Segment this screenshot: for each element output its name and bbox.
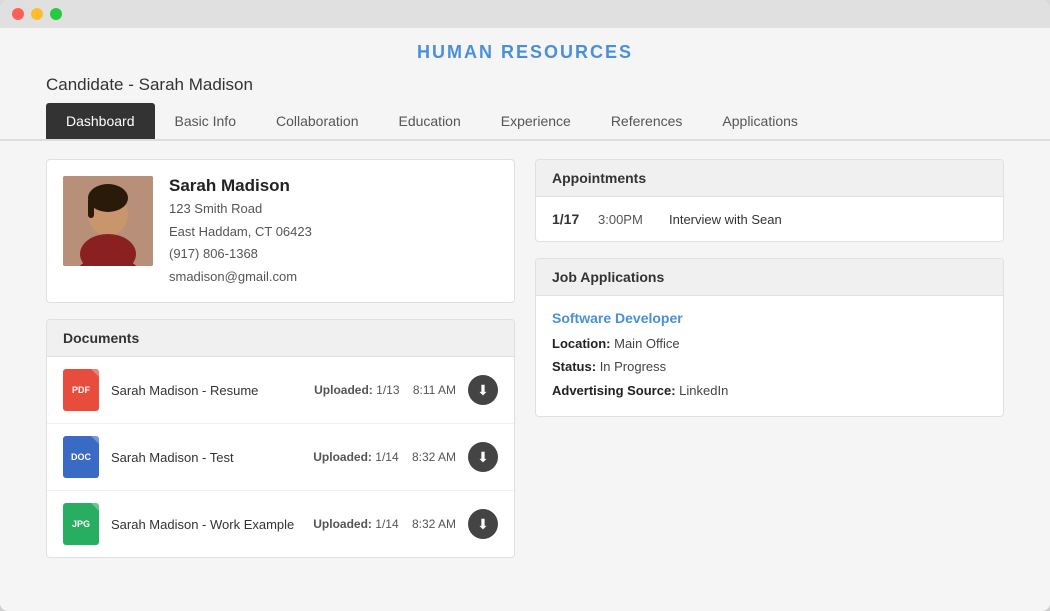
documents-body: PDF Sarah Madison - Resume Uploaded: 1/1… [47,357,514,557]
appointment-description: Interview with Sean [669,212,782,227]
job-ad-source: Advertising Source: LinkedIn [552,379,987,402]
tab-education[interactable]: Education [378,103,480,139]
profile-phone: (917) 806-1368 [169,244,312,264]
document-meta: Uploaded: 1/14 8:32 AM [313,450,456,464]
job-applications-section: Job Applications Software Developer Loca… [535,258,1004,417]
document-name: Sarah Madison - Test [111,450,301,465]
document-row: DOC Sarah Madison - Test Uploaded: 1/14 … [47,424,514,491]
download-button[interactable]: ⬇ [468,375,498,405]
document-meta: Uploaded: 1/14 8:32 AM [313,517,456,531]
download-button[interactable]: ⬇ [468,509,498,539]
main-content: Sarah Madison 123 Smith Road East Haddam… [0,141,1050,611]
left-column: Sarah Madison 123 Smith Road East Haddam… [46,159,515,593]
titlebar [0,0,1050,28]
right-column: Appointments 1/17 3:00PM Interview with … [535,159,1004,593]
app-window: HUMAN RESOURCES Candidate - Sarah Madiso… [0,0,1050,611]
tab-references[interactable]: References [591,103,703,139]
document-name: Sarah Madison - Resume [111,383,302,398]
profile-card: Sarah Madison 123 Smith Road East Haddam… [46,159,515,303]
documents-section: Documents PDF Sarah Madison - Resume Upl… [46,319,515,558]
appointment-time: 3:00PM [598,212,653,227]
document-name: Sarah Madison - Work Example [111,517,301,532]
minimize-button[interactable] [31,8,43,20]
tab-collaboration[interactable]: Collaboration [256,103,379,139]
app-title: HUMAN RESOURCES [417,42,633,62]
tab-experience[interactable]: Experience [481,103,591,139]
pdf-icon: PDF [63,369,99,411]
app-content: HUMAN RESOURCES Candidate - Sarah Madiso… [0,28,1050,611]
jpg-icon: JPG [63,503,99,545]
profile-info: Sarah Madison 123 Smith Road East Haddam… [169,176,312,286]
tab-dashboard[interactable]: Dashboard [46,103,155,139]
appointments-body: 1/17 3:00PM Interview with Sean [536,197,1003,241]
download-icon: ⬇ [477,382,489,399]
profile-name: Sarah Madison [169,176,312,196]
app-header: HUMAN RESOURCES [0,28,1050,71]
tab-basic-info[interactable]: Basic Info [155,103,256,139]
document-row: PDF Sarah Madison - Resume Uploaded: 1/1… [47,357,514,424]
tab-bar: Dashboard Basic Info Collaboration Educa… [0,103,1050,141]
page-title: Candidate - Sarah Madison [46,75,253,94]
appointments-section: Appointments 1/17 3:00PM Interview with … [535,159,1004,242]
job-applications-header: Job Applications [536,259,1003,296]
job-location: Location: Main Office [552,332,987,355]
documents-header: Documents [47,320,514,357]
document-meta: Uploaded: 1/13 8:11 AM [314,383,456,397]
profile-email: smadison@gmail.com [169,267,312,287]
maximize-button[interactable] [50,8,62,20]
profile-address1: 123 Smith Road [169,199,312,219]
page-header: Candidate - Sarah Madison [0,71,1050,103]
avatar [63,176,153,266]
doc-icon: DOC [63,436,99,478]
profile-address2: East Haddam, CT 06423 [169,222,312,242]
job-status: Status: In Progress [552,355,987,378]
appointments-header: Appointments [536,160,1003,197]
download-button[interactable]: ⬇ [468,442,498,472]
appointment-date: 1/17 [552,211,582,227]
job-title[interactable]: Software Developer [552,310,987,326]
download-icon: ⬇ [477,449,489,466]
appointment-row: 1/17 3:00PM Interview with Sean [536,197,1003,241]
job-applications-body: Software Developer Location: Main Office… [536,296,1003,416]
document-row: JPG Sarah Madison - Work Example Uploade… [47,491,514,557]
close-button[interactable] [12,8,24,20]
download-icon: ⬇ [477,516,489,533]
tab-applications[interactable]: Applications [702,103,818,139]
